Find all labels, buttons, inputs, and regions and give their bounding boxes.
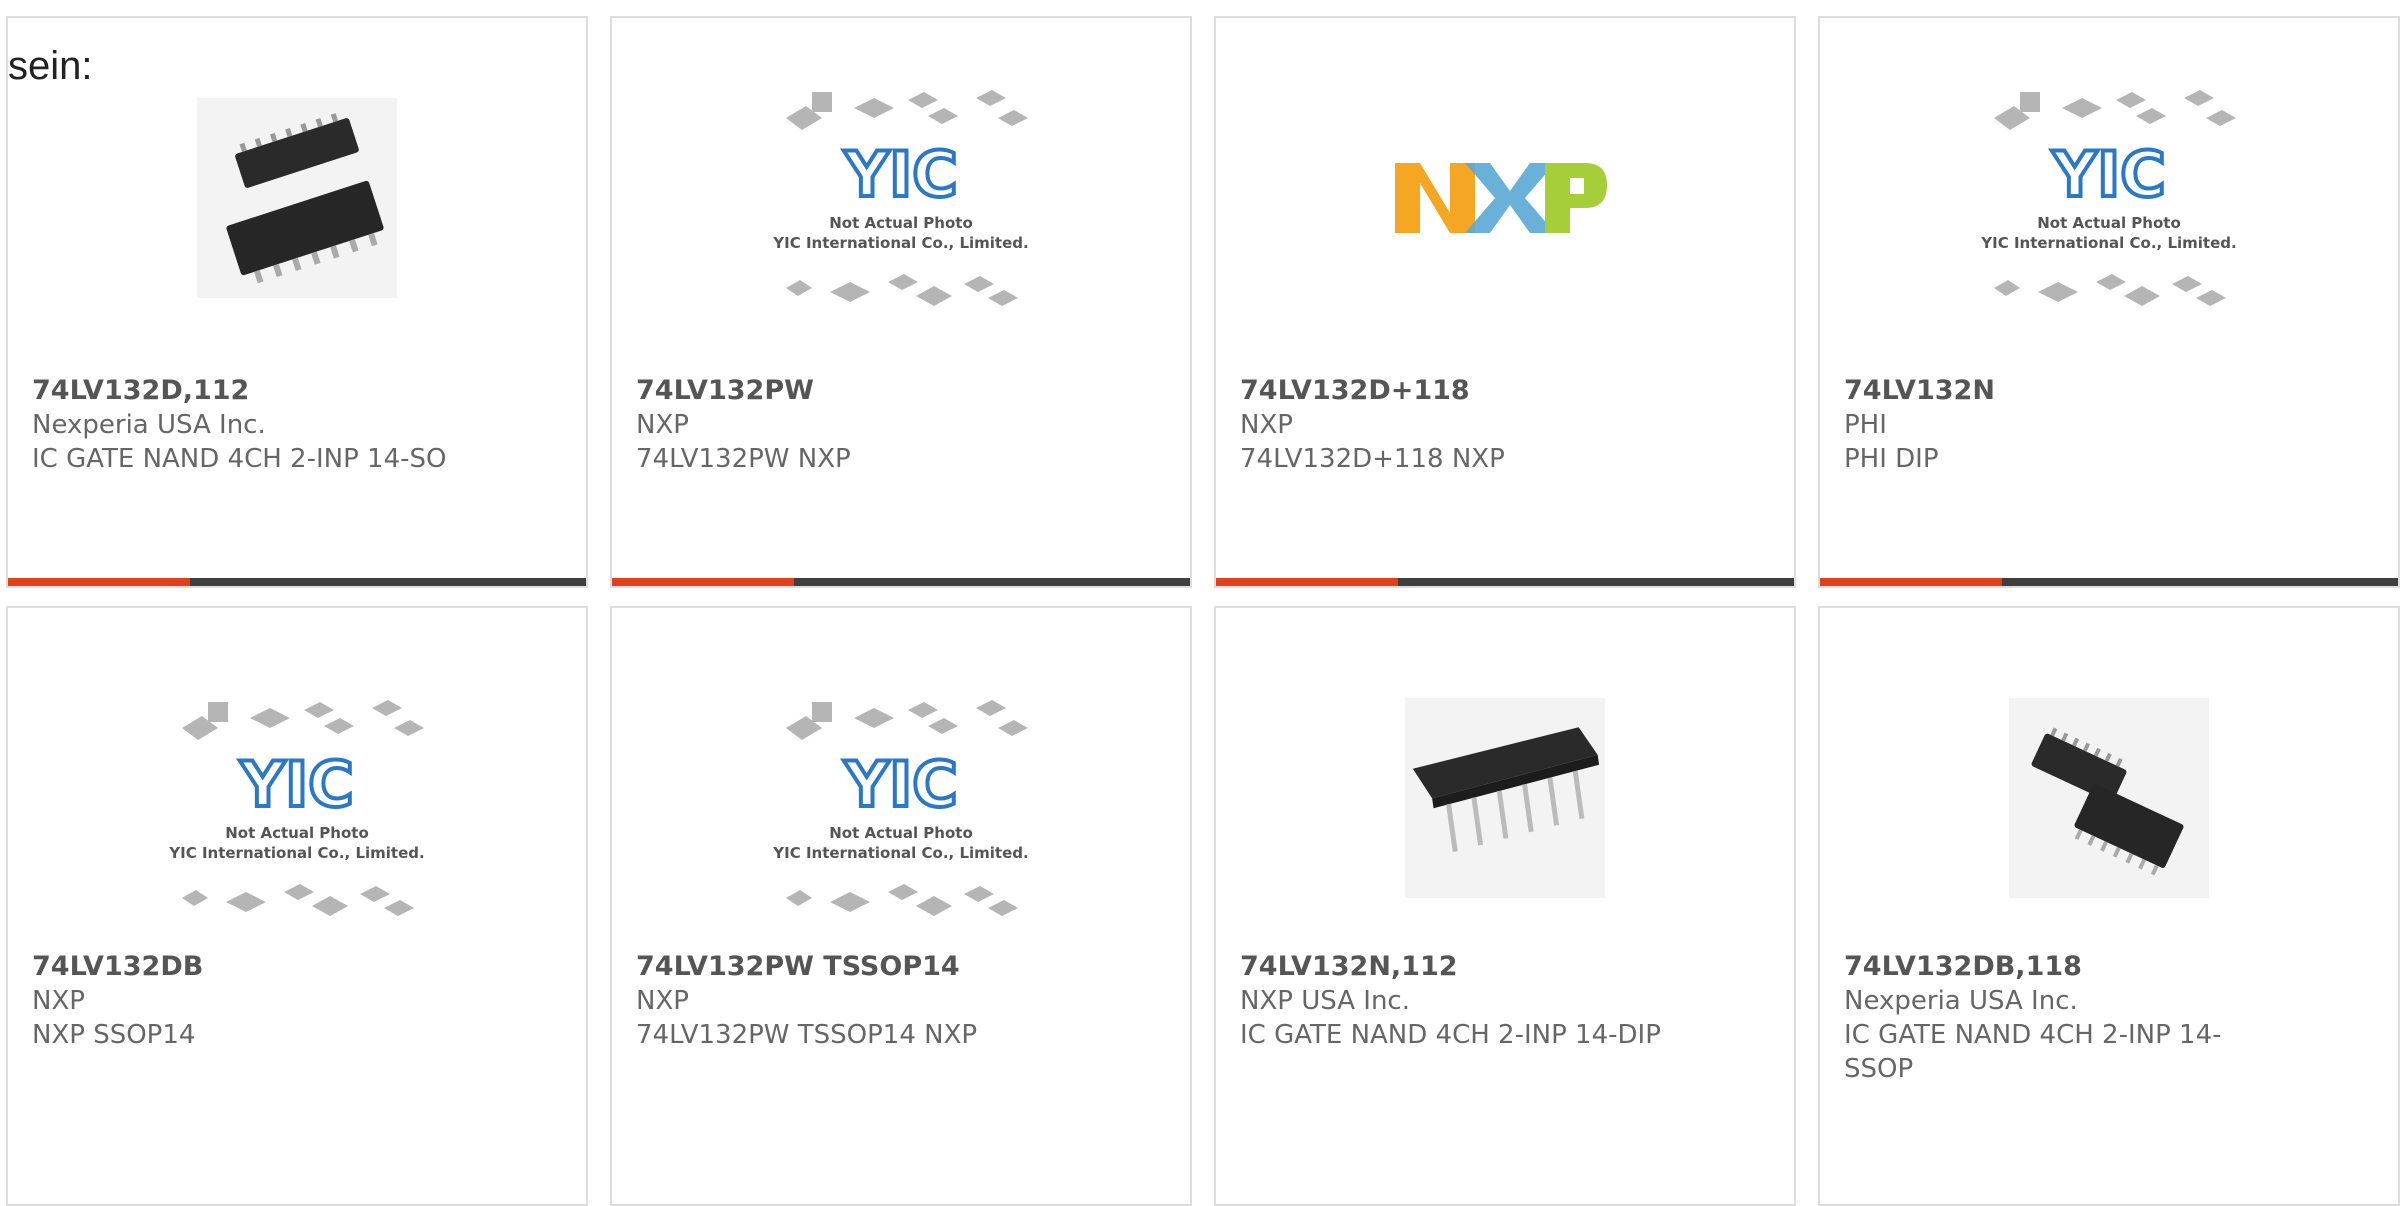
product-image[interactable]: YIC Not Actual Photo YIC International C…: [612, 688, 1190, 928]
part-number[interactable]: 74LV132N,112: [1240, 950, 1770, 984]
product-card[interactable]: YIC Not Actual Photo YIC International C…: [1818, 16, 2400, 588]
description: IC GATE NAND 4CH 2-INP 14-SO: [32, 444, 447, 474]
product-card[interactable]: YIC Not Actual Photo YIC International C…: [610, 16, 1192, 588]
product-card[interactable]: 74LV132D,112 Nexperia USA Inc. IC GATE N…: [6, 16, 588, 588]
intro-text: sein:: [8, 44, 93, 88]
product-image[interactable]: YIC Not Actual Photo YIC International C…: [8, 688, 586, 928]
manufacturer: Nexperia USA Inc.: [1844, 986, 2078, 1016]
placeholder-line1: Not Actual Photo: [829, 214, 973, 232]
card-accent-bar: [8, 578, 190, 586]
description: PHI DIP: [1844, 444, 1939, 474]
part-number[interactable]: 74LV132D,112: [32, 374, 562, 408]
card-accent-bar: [612, 578, 794, 586]
product-image[interactable]: YIC Not Actual Photo YIC International C…: [612, 78, 1190, 318]
card-footer-bar: [1820, 578, 2398, 586]
description: 74LV132D+118 NXP: [1240, 444, 1505, 474]
description: IC GATE NAND 4CH 2-INP 14-SSOP: [1844, 1020, 2222, 1084]
so14-chip-icon: [197, 98, 397, 298]
product-image[interactable]: [1820, 678, 2398, 918]
card-accent-bar: [1216, 578, 1398, 586]
part-number[interactable]: 74LV132PW: [636, 374, 1166, 408]
product-card[interactable]: 74LV132N,112 NXP USA Inc. IC GATE NAND 4…: [1214, 606, 1796, 1206]
yic-logo-text: YIC: [843, 748, 957, 821]
placeholder-line2: YIC International Co., Limited.: [772, 844, 1028, 862]
placeholder-line1: Not Actual Photo: [829, 824, 973, 842]
product-image[interactable]: YIC Not Actual Photo YIC International C…: [1820, 78, 2398, 318]
manufacturer: NXP: [32, 986, 85, 1016]
manufacturer: NXP: [636, 986, 689, 1016]
dip14-chip-icon: [1405, 698, 1605, 898]
product-image[interactable]: [1216, 78, 1794, 318]
product-grid: 74LV132D,112 Nexperia USA Inc. IC GATE N…: [0, 0, 2400, 1206]
description: NXP SSOP14: [32, 1020, 196, 1050]
yic-placeholder-icon: YIC Not Actual Photo YIC International C…: [772, 90, 1029, 306]
manufacturer: NXP USA Inc.: [1240, 986, 1410, 1016]
part-number[interactable]: 74LV132PW TSSOP14: [636, 950, 1166, 984]
card-accent-bar: [1820, 578, 2002, 586]
part-number[interactable]: 74LV132N: [1844, 374, 2374, 408]
yic-logo-text: YIC: [843, 138, 957, 211]
manufacturer: NXP: [636, 410, 689, 440]
placeholder-line1: Not Actual Photo: [2037, 214, 2181, 232]
card-footer-bar: [8, 578, 586, 586]
yic-logo-text: YIC: [239, 748, 353, 821]
manufacturer: NXP: [1240, 410, 1293, 440]
yic-logo-text: YIC: [2051, 138, 2165, 211]
description: 74LV132PW NXP: [636, 444, 851, 474]
card-footer-bar: [1216, 578, 1794, 586]
yic-placeholder-icon: YIC Not Actual Photo YIC International C…: [1980, 90, 2237, 306]
description: 74LV132PW TSSOP14 NXP: [636, 1020, 978, 1050]
yic-placeholder-icon: YIC Not Actual Photo YIC International C…: [168, 700, 425, 916]
product-card[interactable]: YIC Not Actual Photo YIC International C…: [6, 606, 588, 1206]
placeholder-line2: YIC International Co., Limited.: [1980, 234, 2236, 252]
yic-placeholder-icon: YIC Not Actual Photo YIC International C…: [772, 700, 1029, 916]
ssop14-chip-icon: [2009, 698, 2209, 898]
card-footer-bar: [612, 578, 1190, 586]
product-card[interactable]: 74LV132DB,118 Nexperia USA Inc. IC GATE …: [1818, 606, 2400, 1206]
placeholder-line1: Not Actual Photo: [225, 824, 369, 842]
part-number[interactable]: 74LV132D+118: [1240, 374, 1770, 408]
part-number[interactable]: 74LV132DB,118: [1844, 950, 2248, 984]
product-image[interactable]: [8, 78, 586, 318]
description: IC GATE NAND 4CH 2-INP 14-DIP: [1240, 1020, 1661, 1050]
product-image[interactable]: [1216, 678, 1794, 918]
manufacturer: PHI: [1844, 410, 1887, 440]
product-card[interactable]: 74LV132D+118 NXP 74LV132D+118 NXP: [1214, 16, 1796, 588]
part-number[interactable]: 74LV132DB: [32, 950, 562, 984]
product-card[interactable]: YIC Not Actual Photo YIC International C…: [610, 606, 1192, 1206]
placeholder-line2: YIC International Co., Limited.: [772, 234, 1028, 252]
manufacturer: Nexperia USA Inc.: [32, 410, 266, 440]
nxp-logo: [1395, 163, 1607, 233]
placeholder-line2: YIC International Co., Limited.: [168, 844, 424, 862]
